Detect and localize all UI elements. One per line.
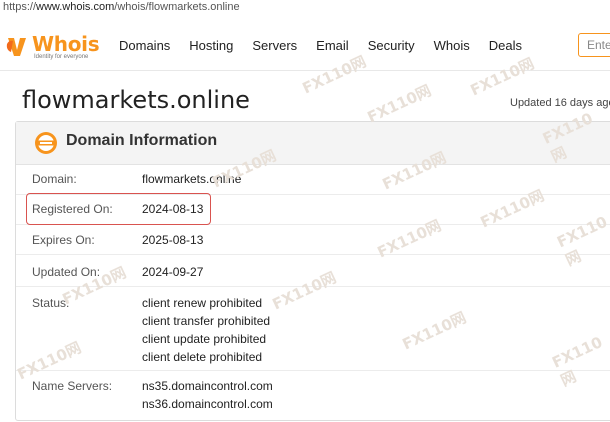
logo-tagline: Identity for everyone — [34, 54, 89, 60]
info-value: 2025-08-13 — [142, 233, 204, 247]
nav-whois[interactable]: Whois — [434, 38, 470, 53]
registered-on-highlight — [26, 193, 211, 225]
info-row-nameservers: Name Servers: ns35.domaincontrol.com ns3… — [16, 370, 610, 422]
info-value: ns35.domaincontrol.com ns36.domaincontro… — [142, 379, 273, 411]
info-label: Status: — [32, 296, 70, 310]
url-path: /whois/flowmarkets.online — [114, 1, 240, 13]
domain-info-card: Domain Information Domain: flowmarkets.o… — [15, 121, 610, 421]
info-row-expires: Expires On: 2025-08-13 — [16, 224, 610, 255]
nav-deals[interactable]: Deals — [489, 38, 522, 53]
url-scheme: https:// — [3, 1, 37, 13]
card-header: Domain Information — [16, 122, 610, 165]
info-row-domain: Domain: flowmarkets.online — [16, 164, 610, 195]
whois-logo[interactable]: Whois Identity for everyone — [5, 32, 101, 60]
info-label: Expires On: — [32, 233, 95, 247]
site-header: Whois Identity for everyone Domains Host… — [0, 20, 610, 71]
url-host: www.whois.com — [36, 1, 115, 13]
nav-hosting[interactable]: Hosting — [189, 38, 233, 53]
updated-text: Updated 16 days ago — [510, 97, 610, 109]
card-title: Domain Information — [66, 132, 218, 149]
info-label: Name Servers: — [32, 379, 113, 393]
search-input[interactable]: Enter — [578, 33, 610, 57]
info-value: flowmarkets.online — [142, 172, 242, 186]
info-label: Updated On: — [32, 265, 101, 279]
logo-text: Whois — [32, 32, 100, 56]
main-nav: Domains Hosting Servers Email Security W… — [119, 38, 541, 53]
whois-logo-icon — [6, 38, 26, 56]
info-row-updated: Updated On: 2024-09-27 — [16, 254, 610, 287]
globe-badge-icon — [35, 132, 57, 154]
info-value: client renew prohibited client transfer … — [142, 296, 271, 364]
info-value: 2024-09-27 — [142, 265, 204, 279]
address-bar[interactable]: https://www.whois.com/whois/flowmarkets.… — [0, 0, 610, 17]
nav-servers[interactable]: Servers — [252, 38, 297, 53]
info-label: Domain: — [32, 172, 77, 186]
nav-email[interactable]: Email — [316, 38, 349, 53]
info-row-status: Status: client renew prohibited client t… — [16, 286, 610, 371]
nav-domains[interactable]: Domains — [119, 38, 170, 53]
page-title: flowmarkets.online — [22, 86, 250, 114]
nav-security[interactable]: Security — [368, 38, 415, 53]
